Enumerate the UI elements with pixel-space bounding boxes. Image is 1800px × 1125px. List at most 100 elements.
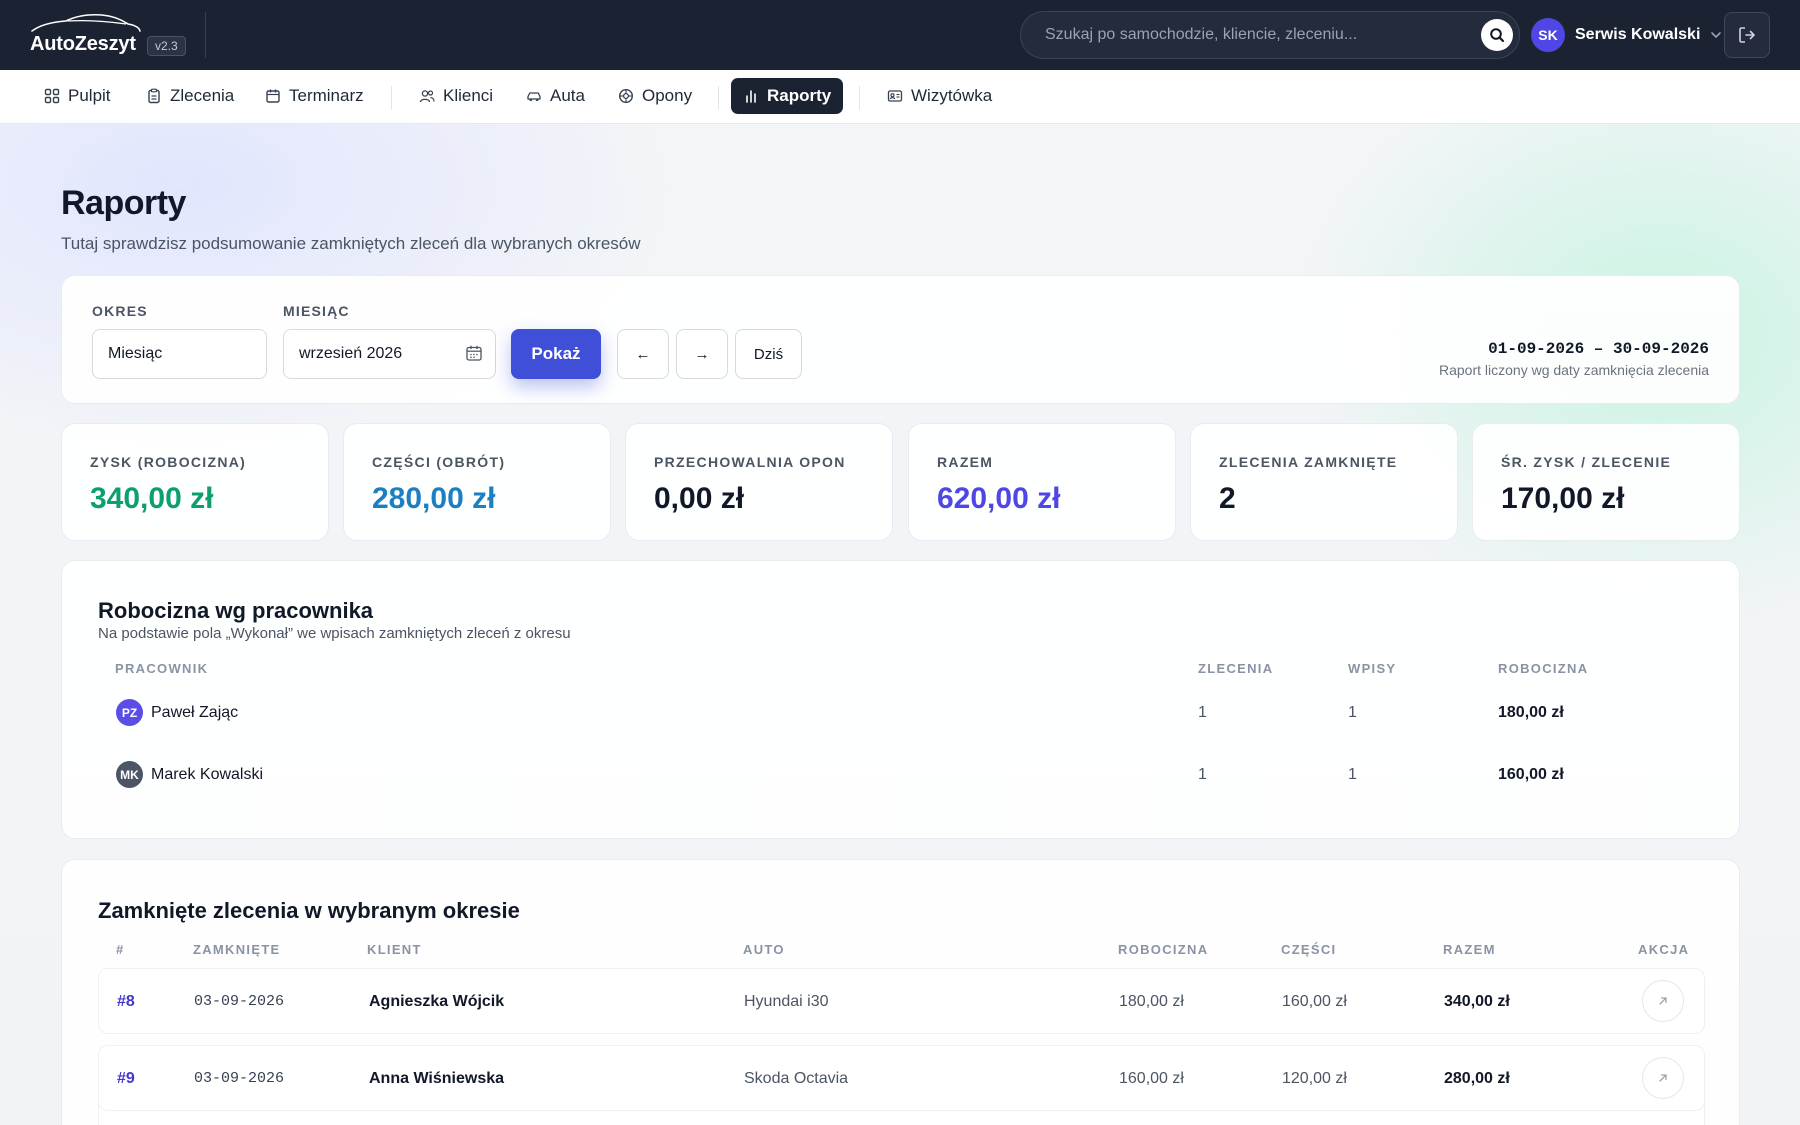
calendar-icon: [466, 345, 482, 361]
prev-month-button[interactable]: ←: [617, 329, 669, 379]
table-row[interactable]: #9 03-09-2026 Anna Wiśniewska Skoda Octa…: [98, 1045, 1705, 1111]
stat-value: 620,00 zł: [937, 482, 1061, 515]
search-button[interactable]: [1481, 19, 1513, 51]
page-title: Raporty: [61, 184, 186, 222]
column-header: Wpisy: [1348, 661, 1397, 676]
calendar-icon: [266, 89, 280, 103]
search-icon: [1490, 28, 1505, 43]
section-subtitle: Na podstawie pola „Wykonał” we wpisach z…: [98, 625, 571, 642]
search-input[interactable]: [1045, 12, 1445, 58]
show-button[interactable]: Pokaż: [511, 329, 601, 379]
stat-label: Zlecenia zamknięte: [1219, 454, 1398, 470]
labor-amount: 180,00 zł: [1119, 993, 1184, 1010]
nav-divider: [718, 86, 719, 110]
topbar-divider: [205, 12, 206, 58]
column-header: Zamknięte: [193, 942, 281, 957]
main-nav: Pulpit Zlecenia Terminarz Klienci Auta O…: [0, 70, 1800, 124]
tire-icon: [618, 88, 634, 104]
closed-date: 03-09-2026: [194, 993, 285, 1010]
column-header: Auto: [743, 942, 785, 957]
stat-card-closed-orders: Zlecenia zamknięte 2: [1190, 423, 1458, 541]
open-order-button[interactable]: [1642, 980, 1684, 1022]
closed-orders-panel: Zamknięte zlecenia w wybranym okresie # …: [61, 859, 1740, 1125]
period-value: Miesiąc: [108, 345, 163, 362]
app-name: AutoZeszyt: [30, 33, 136, 55]
order-id-link[interactable]: #9: [117, 1070, 135, 1088]
column-header: Zlecenia: [1198, 661, 1274, 676]
arrow-up-right-icon: [1659, 1074, 1667, 1082]
chevron-down-icon: [1711, 32, 1722, 39]
date-range: 01-09-2026 – 30-09-2026: [1488, 340, 1709, 358]
section-title: Zamknięte zlecenia w wybranym okresie: [98, 898, 520, 923]
car-model: Skoda Octavia: [744, 1070, 849, 1087]
stat-value: 170,00 zł: [1501, 482, 1625, 515]
nav-item-wizytowka[interactable]: Wizytówka: [875, 78, 1004, 114]
next-month-button[interactable]: →: [676, 329, 728, 379]
stat-card-total: Razem 620,00 zł: [908, 423, 1176, 541]
orders-count: 1: [1198, 766, 1207, 783]
labor-by-employee-panel: Robocizna wg pracownika Na podstawie pol…: [61, 560, 1740, 839]
parts-amount: 160,00 zł: [1282, 993, 1347, 1010]
nav-label: Zlecenia: [170, 86, 235, 105]
main-content: Raporty Tutaj sprawdzisz podsumowanie za…: [0, 124, 1800, 1125]
month-value: wrzesień 2026: [299, 345, 403, 362]
nav-label: Wizytówka: [911, 86, 993, 105]
nav-item-raporty[interactable]: Raporty: [731, 78, 844, 114]
entries-count: 1: [1348, 766, 1357, 783]
column-header: Razem: [1443, 942, 1496, 957]
nav-item-zlecenia[interactable]: Zlecenia: [134, 78, 246, 114]
avatar: MK: [116, 761, 143, 788]
column-header: Robocizna: [1118, 942, 1209, 957]
nav-label: Raporty: [767, 86, 832, 105]
nav-divider: [391, 86, 392, 110]
user-name: Serwis Kowalski: [1575, 26, 1701, 43]
logout-icon: [1739, 27, 1755, 43]
stat-value: 280,00 zł: [372, 482, 496, 515]
total-amount: 280,00 zł: [1444, 1070, 1510, 1087]
stat-label: Zysk (robocizna): [90, 454, 247, 470]
stat-card-tire-storage: Przechowalnia opon 0,00 zł: [625, 423, 893, 541]
period-select[interactable]: Miesiąc: [92, 329, 267, 379]
month-picker[interactable]: wrzesień 2026: [283, 329, 496, 379]
car-logo-icon: [31, 13, 141, 32]
order-id-link[interactable]: #8: [117, 993, 135, 1011]
stat-value: 340,00 zł: [90, 482, 214, 515]
arrow-up-right-icon: [1659, 997, 1667, 1005]
open-order-button[interactable]: [1642, 1057, 1684, 1099]
nav-divider: [859, 86, 860, 110]
bar-chart-icon: [746, 90, 756, 103]
version-badge: v2.3: [147, 36, 186, 56]
range-note: Raport liczony wg daty zamknięcia zlecen…: [1438, 362, 1709, 378]
column-header: #: [116, 942, 125, 957]
id-card-icon: [887, 90, 903, 102]
employee-name: Paweł Zając: [151, 704, 239, 721]
nav-item-opony[interactable]: Opony: [606, 78, 704, 114]
logout-button[interactable]: [1724, 12, 1770, 58]
nav-label: Pulpit: [68, 86, 111, 105]
stat-label: Części (obrót): [372, 454, 506, 470]
today-button[interactable]: Dziś: [735, 329, 802, 379]
column-header: Klient: [367, 942, 422, 957]
stat-value: 2: [1219, 482, 1236, 515]
nav-label: Terminarz: [289, 86, 364, 105]
nav-item-auta[interactable]: Auta: [514, 78, 597, 114]
orders-count: 1: [1198, 704, 1207, 721]
labor-amount: 180,00 zł: [1498, 704, 1564, 721]
filter-panel: Okres Miesiąc Miesiąc wrzesień 2026 Poka…: [61, 275, 1740, 404]
car-icon: [527, 92, 541, 102]
top-bar: AutoZeszyt v2.3 SK Serwis Kowalski: [0, 0, 1800, 70]
employee-name: Marek Kowalski: [151, 766, 264, 783]
avatar: SK: [1531, 18, 1565, 52]
stat-card-labor: Zysk (robocizna) 340,00 zł: [61, 423, 329, 541]
user-menu[interactable]: SK Serwis Kowalski: [1531, 17, 1722, 53]
client-name: Agnieszka Wójcik: [369, 993, 505, 1010]
nav-item-klienci[interactable]: Klienci: [407, 78, 505, 114]
app-logo[interactable]: AutoZeszyt v2.3: [30, 13, 190, 59]
table-row[interactable]: #8 03-09-2026 Agnieszka Wójcik Hyundai i…: [98, 968, 1705, 1034]
entries-count: 1: [1348, 704, 1357, 721]
section-title: Robocizna wg pracownika: [98, 598, 374, 623]
stat-label: Śr. zysk / zlecenie: [1501, 454, 1672, 470]
stat-label: Przechowalnia opon: [654, 454, 846, 470]
nav-item-terminarz[interactable]: Terminarz: [253, 78, 376, 114]
nav-item-pulpit[interactable]: Pulpit: [32, 78, 123, 114]
